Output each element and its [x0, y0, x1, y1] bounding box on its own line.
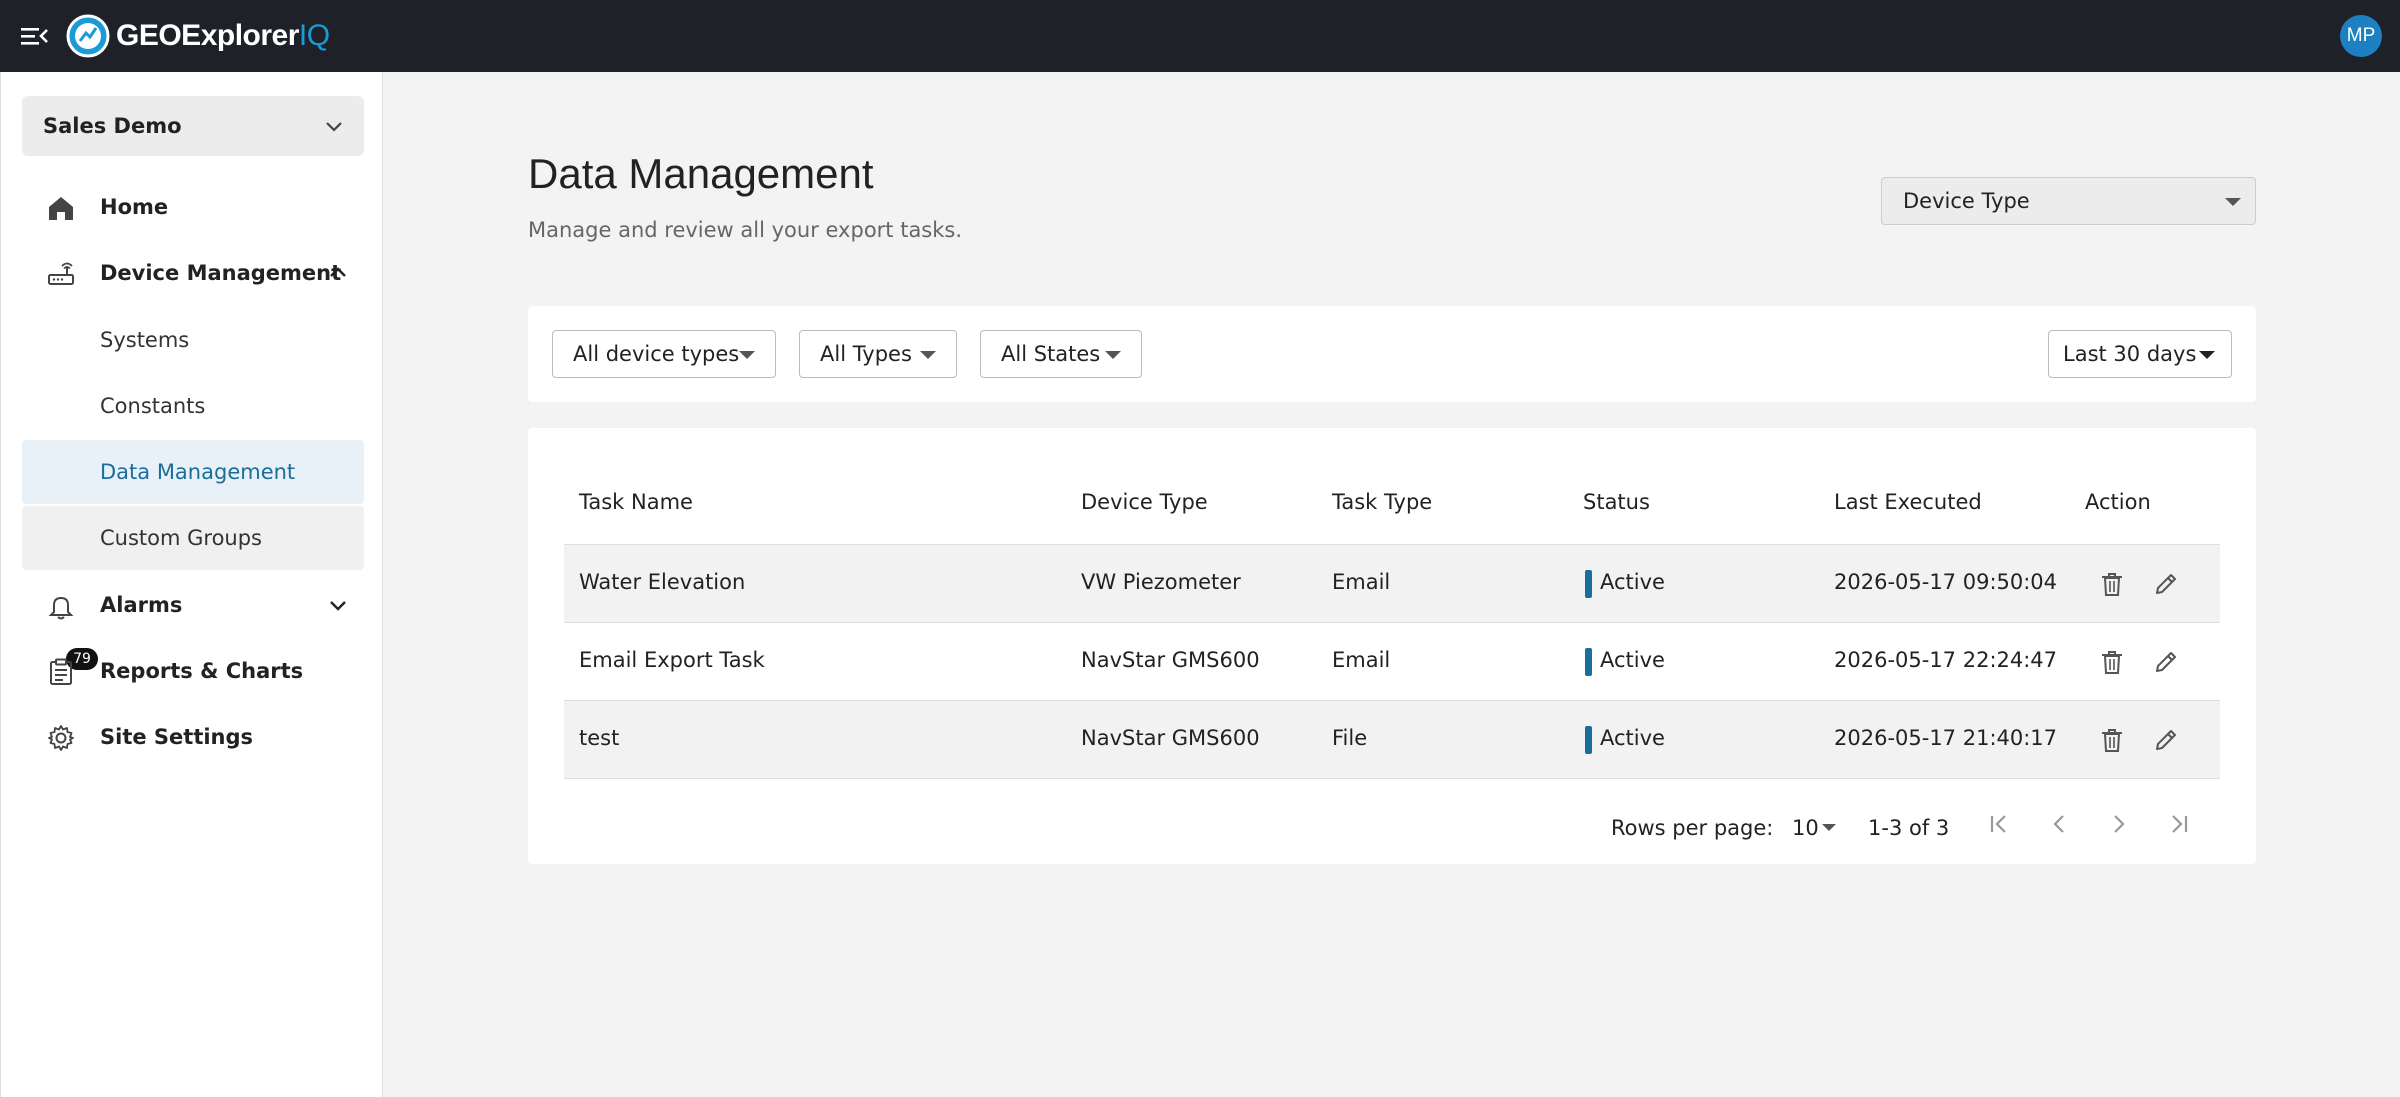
- table-row[interactable]: Email Export Task NavStar GMS600 Email A…: [564, 623, 2220, 701]
- trash-icon[interactable]: [2097, 647, 2127, 677]
- sidebar-item-device-management[interactable]: Device Management: [22, 242, 364, 304]
- sidebar-item-site-settings[interactable]: Site Settings: [22, 706, 364, 768]
- filter-label: All device types: [573, 342, 740, 366]
- caret-down-icon: [920, 351, 936, 359]
- sidebar-item-label: Alarms: [100, 593, 183, 617]
- sidebar-item-data-management[interactable]: Data Management: [22, 440, 364, 504]
- pencil-icon[interactable]: [2151, 569, 2181, 599]
- home-icon: [49, 197, 73, 220]
- cell-last-executed: 2026-05-17 09:50:04: [1834, 570, 2058, 594]
- clipboard-icon: [50, 658, 72, 685]
- filter-types[interactable]: All Types: [799, 330, 957, 378]
- sidebar-item-constants[interactable]: Constants: [22, 374, 364, 438]
- tasks-table: Task Name Device Type Task Type Status L…: [528, 428, 2256, 864]
- logo-text: GEOExplorerIQ: [116, 19, 330, 52]
- pencil-icon[interactable]: [2151, 647, 2181, 677]
- column-header-status[interactable]: Status: [1583, 490, 1650, 514]
- device-type-select[interactable]: Device Type: [1881, 177, 2256, 225]
- rows-per-page-value: 10: [1792, 816, 1819, 840]
- last-page-icon[interactable]: [2163, 808, 2195, 840]
- column-header-task-type[interactable]: Task Type: [1332, 490, 1432, 514]
- column-header-last-executed[interactable]: Last Executed: [1834, 490, 1982, 514]
- cell-task-name: Water Elevation: [579, 570, 746, 594]
- logo-mark-icon: [66, 14, 110, 58]
- cell-task-type: Email: [1332, 648, 1391, 672]
- caret-down-icon: [2225, 198, 2241, 206]
- sidebar-item-label: Home: [100, 195, 169, 219]
- cell-task-name: test: [579, 726, 620, 750]
- filter-states[interactable]: All States: [980, 330, 1142, 378]
- menu-collapse-icon[interactable]: [18, 20, 50, 52]
- column-header-action: Action: [2085, 490, 2151, 514]
- status-indicator: [1585, 570, 1592, 598]
- cell-status: Active: [1600, 570, 1665, 594]
- caret-down-icon: [739, 351, 755, 359]
- sidebar-item-alarms[interactable]: Alarms: [22, 574, 364, 636]
- cell-device-type: NavStar GMS600: [1081, 726, 1260, 750]
- caret-down-icon: [2199, 351, 2215, 359]
- sidebar-item-label: Reports & Charts: [100, 659, 304, 683]
- caret-down-icon: [1822, 824, 1836, 831]
- column-header-task-name[interactable]: Task Name: [579, 490, 693, 514]
- column-header-device-type[interactable]: Device Type: [1081, 490, 1208, 514]
- trash-icon[interactable]: [2097, 725, 2127, 755]
- sidebar-item-label: Data Management: [100, 460, 296, 484]
- filter-label: All States: [1001, 342, 1101, 366]
- sidebar-item-label: Device Management: [100, 261, 342, 285]
- chevron-down-icon: [326, 122, 342, 132]
- filter-device-types[interactable]: All device types: [552, 330, 776, 378]
- trash-icon[interactable]: [2097, 569, 2127, 599]
- rows-per-page-label: Rows per page:: [1611, 816, 1774, 840]
- page-subtitle: Manage and review all your export tasks.: [528, 218, 963, 242]
- table-row[interactable]: test NavStar GMS600 File Active 2026-05-…: [564, 701, 2220, 779]
- filter-label: All Types: [820, 342, 912, 366]
- top-bar: GEOExplorerIQ MP: [0, 0, 2400, 72]
- sidebar-item-systems[interactable]: Systems: [22, 308, 364, 372]
- page-title: Data Management: [528, 150, 874, 197]
- org-select[interactable]: Sales Demo: [22, 96, 364, 156]
- caret-down-icon: [1105, 351, 1121, 359]
- filter-date-range[interactable]: Last 30 days: [2048, 330, 2232, 378]
- bell-icon: [48, 596, 74, 620]
- cell-last-executed: 2026-05-17 22:24:47: [1834, 648, 2058, 672]
- sidebar-item-label: Site Settings: [100, 725, 254, 749]
- filter-label: Last 30 days: [2063, 342, 2197, 366]
- status-indicator: [1585, 726, 1592, 754]
- rows-per-page-select[interactable]: 10: [1784, 808, 1844, 844]
- cell-device-type: VW Piezometer: [1081, 570, 1241, 594]
- sidebar-item-custom-groups[interactable]: Custom Groups: [22, 506, 364, 570]
- pencil-icon[interactable]: [2151, 725, 2181, 755]
- cell-last-executed: 2026-05-17 21:40:17: [1834, 726, 2058, 750]
- gear-icon: [48, 725, 74, 751]
- previous-page-icon[interactable]: [2043, 808, 2075, 840]
- chevron-down-icon: [330, 601, 346, 611]
- filter-bar: All device types All Types All States La…: [528, 306, 2256, 402]
- next-page-icon[interactable]: [2103, 808, 2135, 840]
- cell-status: Active: [1600, 648, 1665, 672]
- cell-task-name: Email Export Task: [579, 648, 765, 672]
- sidebar-item-label: Custom Groups: [100, 526, 263, 550]
- sidebar-item-reports-charts[interactable]: Reports & Charts: [22, 640, 364, 702]
- sidebar-item-label: Systems: [100, 328, 190, 352]
- status-indicator: [1585, 648, 1592, 676]
- pagination-range: 1-3 of 3: [1868, 816, 1950, 840]
- org-select-label: Sales Demo: [43, 114, 182, 138]
- sidebar-item-label: Constants: [100, 394, 206, 418]
- device-type-select-label: Device Type: [1903, 189, 2030, 213]
- user-avatar[interactable]: MP: [2340, 15, 2382, 57]
- first-page-icon[interactable]: [1983, 808, 2015, 840]
- table-row[interactable]: Water Elevation VW Piezometer Email Acti…: [564, 545, 2220, 623]
- sidebar: Sales Demo Home Device Management System…: [0, 72, 383, 1097]
- cell-status: Active: [1600, 726, 1665, 750]
- cell-task-type: Email: [1332, 570, 1391, 594]
- app-logo[interactable]: GEOExplorerIQ: [66, 12, 330, 60]
- sidebar-item-home[interactable]: Home: [22, 176, 364, 238]
- cell-device-type: NavStar GMS600: [1081, 648, 1260, 672]
- chevron-up-icon: [330, 267, 346, 277]
- router-icon: [48, 262, 74, 285]
- cell-task-type: File: [1332, 726, 1368, 750]
